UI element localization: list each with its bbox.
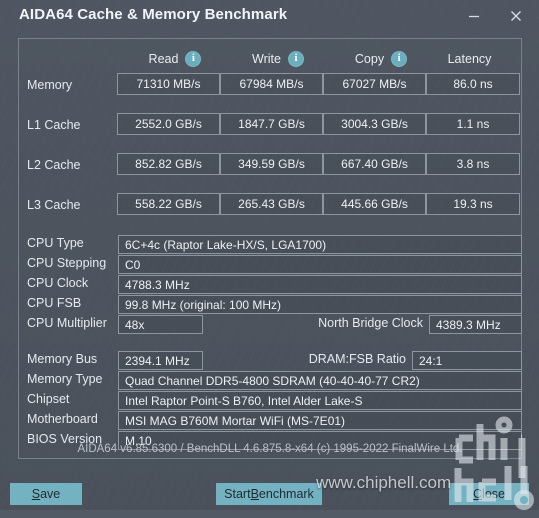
cell-memory-write: 67984 MB/s: [220, 73, 323, 95]
cpu-clock-label: CPU Clock: [27, 276, 89, 290]
cell-l3-write: 265.43 GB/s: [220, 193, 323, 215]
column-label: Latency: [447, 52, 492, 66]
cell-l2-read: 852.82 GB/s: [117, 153, 220, 175]
field-row-cpu-fsb: CPU FSB 99.8 MHz (original: 100 MHz): [18, 295, 522, 314]
row-label-memory: Memory: [27, 78, 73, 92]
cpu-fsb-value: 99.8 MHz (original: 100 MHz): [118, 295, 522, 314]
motherboard-label: Motherboard: [27, 412, 98, 426]
close-rest: lose: [482, 487, 505, 501]
cpu-multiplier-label: CPU Multiplier: [27, 316, 107, 330]
chipset-value: Intel Raptor Point-S B760, Intel Alder L…: [118, 391, 522, 410]
cell-l2-latency: 3.8 ns: [426, 153, 520, 175]
info-icon[interactable]: i: [391, 51, 408, 67]
title-bar: AIDA64 Cache & Memory Benchmark: [0, 0, 539, 34]
north-bridge-clock-value: 4389.3 MHz: [429, 315, 522, 334]
column-header-latency: Latency: [418, 50, 521, 68]
field-row-chipset: Chipset Intel Raptor Point-S B760, Intel…: [18, 391, 522, 410]
version-text: AIDA64 v6.85.6300 / BenchDLL 4.6.875.8-x…: [77, 443, 463, 455]
north-bridge-clock-label: North Bridge Clock: [318, 316, 423, 330]
start-benchmark-button[interactable]: Start Benchmark: [216, 483, 322, 505]
column-label: Read: [148, 52, 179, 66]
row-label-l3-cache: L3 Cache: [27, 198, 81, 212]
cpu-clock-value: 4788.3 MHz: [118, 275, 522, 294]
minimize-icon[interactable]: [455, 0, 493, 32]
row-label-l1-cache: L1 Cache: [27, 118, 81, 132]
bottom-strip: [0, 510, 539, 518]
column-label: Write: [252, 52, 281, 66]
close-accel: C: [473, 487, 483, 501]
memory-type-value: Quad Channel DDR5-4800 SDRAM (40-40-40-7…: [118, 371, 522, 390]
row-label-l2-cache: L2 Cache: [27, 158, 81, 172]
start-accel: B: [250, 487, 259, 501]
cell-l1-latency: 1.1 ns: [426, 113, 520, 135]
cell-l1-read: 2552.0 GB/s: [117, 113, 220, 135]
close-icon[interactable]: [497, 0, 535, 32]
info-icon[interactable]: i: [287, 51, 304, 67]
cpu-stepping-value: C0: [118, 255, 522, 274]
cell-l1-copy: 3004.3 GB/s: [323, 113, 426, 135]
aida64-benchmark-window: AIDA64 Cache & Memory Benchmark Read i W…: [0, 0, 539, 518]
memory-bus-value: 2394.1 MHz: [118, 351, 203, 370]
start-pre: Start: [224, 487, 251, 501]
info-icon[interactable]: i: [185, 51, 202, 67]
cpu-type-value: 6C+4c (Raptor Lake-HX/S, LGA1700): [118, 235, 522, 254]
field-row-memory-type: Memory Type Quad Channel DDR5-4800 SDRAM…: [18, 371, 522, 390]
field-row-memory-bus: Memory Bus 2394.1 MHz DRAM:FSB Ratio 24:…: [18, 351, 522, 370]
cell-memory-read: 71310 MB/s: [117, 73, 220, 95]
field-row-motherboard: Motherboard MSI MAG B760M Mortar WiFi (M…: [18, 411, 522, 430]
cpu-fsb-label: CPU FSB: [27, 296, 82, 310]
motherboard-value: MSI MAG B760M Mortar WiFi (MS-7E01): [118, 411, 522, 430]
dram-fsb-ratio-value: 24:1: [412, 351, 522, 370]
window-title: AIDA64 Cache & Memory Benchmark: [19, 6, 288, 23]
chiphell-url-watermark: www.chiphell.com: [316, 473, 452, 492]
cpu-stepping-label: CPU Stepping: [27, 256, 107, 270]
cpu-multiplier-value: 48x: [118, 315, 203, 334]
start-rest: enchmark: [258, 487, 314, 501]
close-button[interactable]: Close: [449, 483, 529, 505]
field-row-cpu-stepping: CPU Stepping C0: [18, 255, 522, 274]
field-row-cpu-type: CPU Type 6C+4c (Raptor Lake-HX/S, LGA170…: [18, 235, 522, 254]
cell-l3-copy: 445.66 GB/s: [323, 193, 426, 215]
cell-l2-write: 349.59 GB/s: [220, 153, 323, 175]
memory-bus-label: Memory Bus: [27, 352, 98, 366]
save-button[interactable]: Save: [10, 483, 82, 505]
cell-l3-read: 558.22 GB/s: [117, 193, 220, 215]
chipset-label: Chipset: [27, 392, 70, 406]
save-rest: ave: [40, 487, 61, 501]
column-label: Copy: [354, 52, 385, 66]
cell-memory-latency: 86.0 ns: [426, 73, 520, 95]
cell-l2-copy: 667.40 GB/s: [323, 153, 426, 175]
cell-l3-latency: 19.3 ns: [426, 193, 520, 215]
cell-memory-copy: 67027 MB/s: [323, 73, 426, 95]
field-row-cpu-multiplier: CPU Multiplier 48x North Bridge Clock 43…: [18, 315, 522, 334]
cell-l1-write: 1847.7 GB/s: [220, 113, 323, 135]
save-accel: S: [31, 487, 41, 501]
field-row-cpu-clock: CPU Clock 4788.3 MHz: [18, 275, 522, 294]
benchmark-table: Read i Write i Copy i Latency Memory 713…: [18, 38, 522, 223]
memory-type-label: Memory Type: [27, 372, 103, 386]
cpu-type-label: CPU Type: [27, 236, 84, 250]
dram-fsb-ratio-label: DRAM:FSB Ratio: [308, 352, 406, 366]
